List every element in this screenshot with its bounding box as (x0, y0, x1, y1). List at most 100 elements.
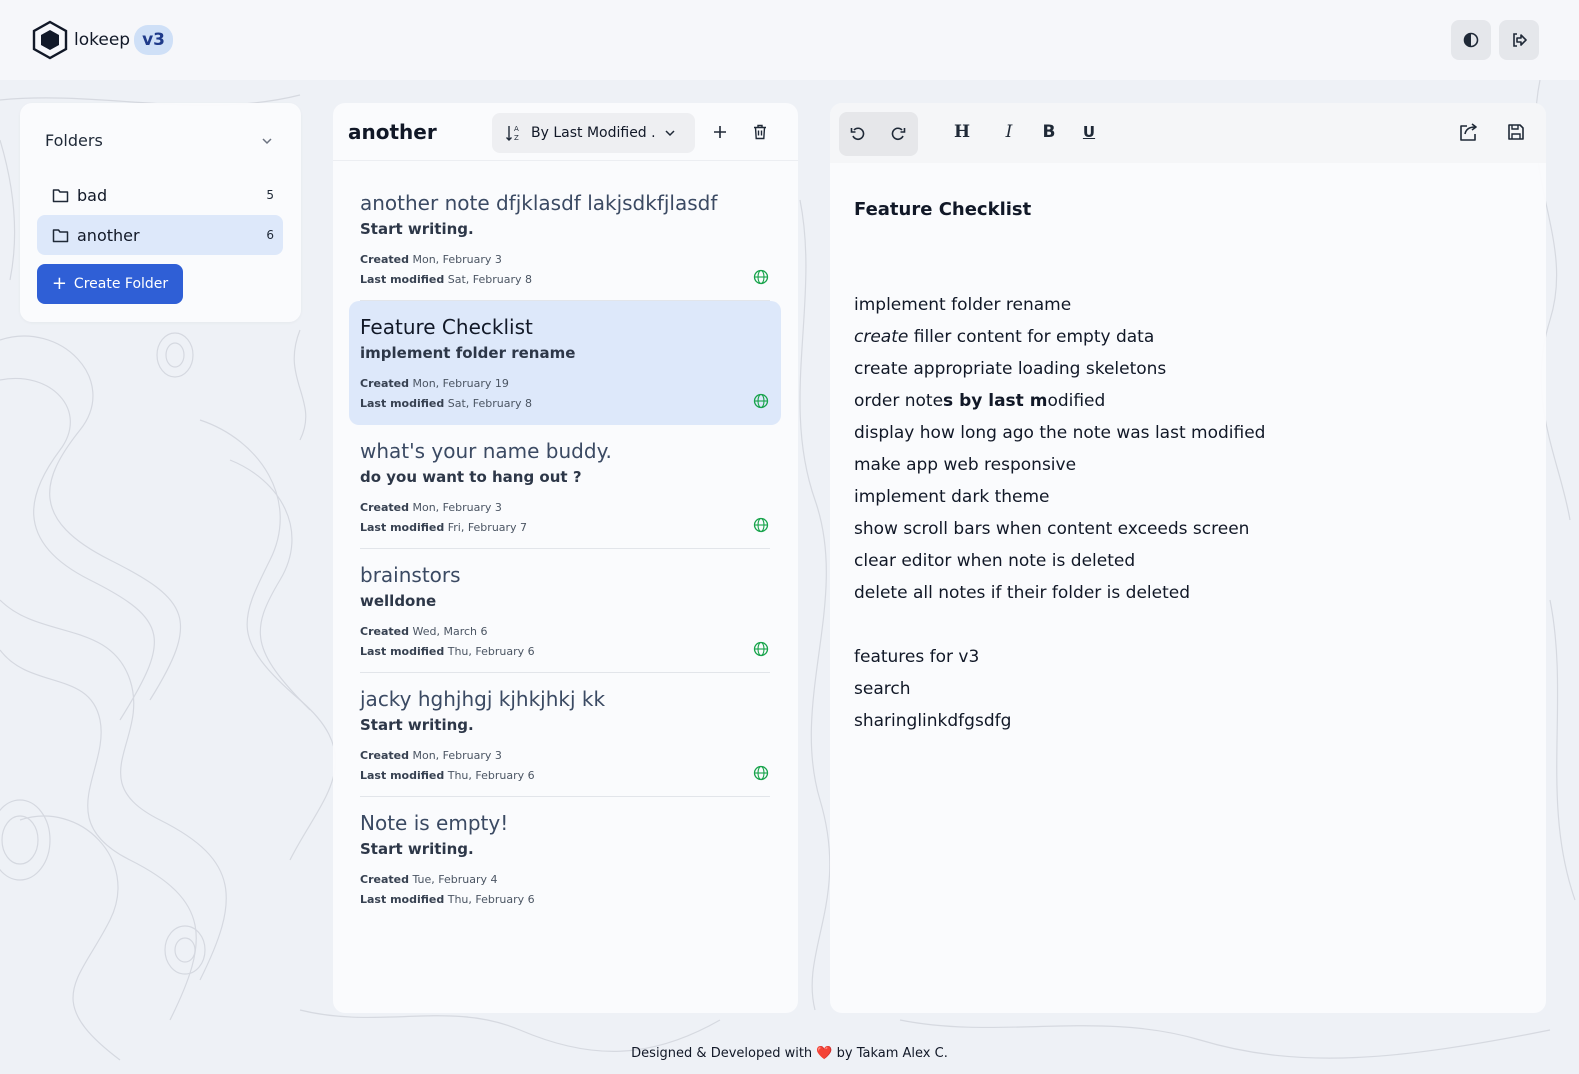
note-modified: Last modified Thu, February 6 (360, 769, 535, 782)
notes-panel: another A Z By Last Modified ... another… (333, 103, 798, 1013)
folder-icon (52, 188, 69, 202)
note-card[interactable]: brainstors welldone Created Wed, March 6… (349, 549, 781, 673)
share-button[interactable] (1456, 119, 1482, 145)
create-folder-button[interactable]: + Create Folder (37, 264, 183, 304)
undo-icon (850, 127, 865, 141)
save-button[interactable] (1503, 119, 1529, 145)
folder-icon (52, 228, 69, 242)
svg-text:A: A (514, 125, 519, 133)
logout-button[interactable] (1499, 20, 1539, 60)
note-title: what's your name buddy. (360, 439, 612, 463)
editor-line: clear editor when note is deleted (854, 551, 1136, 571)
note-title: Note is empty! (360, 811, 509, 835)
note-preview: Start writing. (360, 716, 474, 734)
note-title: Feature Checklist (360, 315, 533, 339)
plus-icon: + (51, 273, 67, 294)
logout-icon (1512, 33, 1527, 47)
editor-content[interactable]: Feature Checklist implement folder renam… (854, 199, 1514, 731)
folder-count: 5 (266, 188, 274, 202)
bold-button[interactable]: B (1036, 119, 1062, 145)
note-modified: Last modified Fri, February 7 (360, 521, 528, 534)
note-title: another note dfjklasdf lakjsdkfjlasdf (360, 191, 718, 215)
trash-icon (754, 124, 766, 140)
note-preview: do you want to hang out ? (360, 468, 582, 486)
save-icon (1508, 124, 1524, 140)
note-modified: Last modified Thu, February 6 (360, 645, 535, 658)
note-preview: implement folder rename (360, 344, 576, 362)
app-logo[interactable]: lokeep v3 (32, 20, 173, 60)
theme-toggle-button[interactable] (1451, 20, 1491, 60)
editor-line: implement dark theme (854, 487, 1050, 507)
add-note-button[interactable] (708, 120, 732, 144)
editor-line: show scroll bars when content exceeds sc… (854, 519, 1250, 539)
note-preview: Start writing. (360, 220, 474, 238)
italic-button[interactable]: I (996, 119, 1022, 145)
folder-count: 6 (266, 228, 274, 242)
note-created: Created Mon, February 19 (360, 377, 509, 390)
footer-credit: Designed & Developed with ❤️ by Takam Al… (631, 1046, 948, 1061)
app-header: lokeep v3 (0, 0, 1579, 80)
svg-text:Z: Z (514, 134, 519, 142)
chevron-down-icon (665, 130, 675, 137)
heart-icon: ❤️ (816, 1046, 833, 1061)
folder-name: bad (77, 185, 108, 205)
sort-az-icon: A Z (506, 125, 519, 142)
note-created: Created Mon, February 3 (360, 501, 502, 514)
globe-icon (753, 517, 769, 533)
note-created: Created Mon, February 3 (360, 749, 502, 762)
globe-icon (753, 269, 769, 285)
note-created: Created Wed, March 6 (360, 625, 488, 638)
create-folder-label: Create Folder (73, 276, 169, 292)
note-card[interactable]: another note dfjklasdf lakjsdkfjlasdf St… (349, 177, 781, 301)
editor-toolbar: H I B U (830, 103, 1546, 163)
note-card[interactable]: Note is empty! Start writing. Created Tu… (349, 797, 781, 921)
folders-title: Folders (45, 131, 103, 150)
globe-icon (753, 393, 769, 409)
note-card[interactable]: what's your name buddy. do you want to h… (349, 425, 781, 549)
editor-panel: H I B U Feature Checklist implement fold… (830, 103, 1546, 1013)
editor-line: features for v3 (854, 647, 980, 667)
version-badge: v3 (134, 25, 173, 55)
editor-line: search (854, 679, 911, 699)
hexagon-logo-icon (32, 20, 68, 60)
sort-select[interactable]: A Z By Last Modified ... (492, 113, 695, 153)
note-modified: Last modified Sat, February 8 (360, 273, 532, 286)
notes-header: another A Z By Last Modified ... (333, 103, 798, 161)
editor-line: create appropriate loading skeletons (854, 359, 1167, 379)
app-name: lokeep (74, 30, 131, 50)
editor-line: order notes by last modified (854, 391, 1106, 411)
note-created: Created Tue, February 4 (360, 873, 498, 886)
undo-button[interactable] (845, 121, 871, 147)
heading-button[interactable]: H (949, 119, 975, 145)
folder-name: another (77, 225, 140, 245)
note-modified: Last modified Thu, February 6 (360, 893, 535, 906)
contrast-icon (1463, 32, 1479, 48)
note-title: brainstors (360, 563, 461, 587)
note-card[interactable]: jacky hghjhgj kjhkjhkj kk Start writing.… (349, 673, 781, 797)
editor-line: implement folder rename (854, 295, 1072, 315)
globe-icon (753, 641, 769, 657)
note-preview: welldone (360, 592, 437, 610)
globe-icon (753, 765, 769, 781)
share-icon (1460, 123, 1477, 141)
folder-item-another[interactable]: another 6 (37, 215, 283, 255)
note-created: Created Mon, February 3 (360, 253, 502, 266)
redo-button[interactable] (885, 121, 911, 147)
editor-line: make app web responsive (854, 455, 1077, 475)
note-modified: Last modified Sat, February 8 (360, 397, 532, 410)
chevron-down-icon[interactable] (260, 134, 274, 148)
folder-item-bad[interactable]: bad 5 (37, 175, 283, 215)
sort-label: By Last Modified ... (531, 125, 657, 141)
redo-icon (891, 127, 906, 141)
plus-icon (714, 126, 726, 138)
editor-line: display how long ago the note was last m… (854, 423, 1266, 443)
delete-folder-button[interactable] (748, 120, 772, 144)
folders-panel: Folders bad 5 another 6 + Create Folder (20, 103, 301, 322)
note-card-active[interactable]: Feature Checklist implement folder renam… (349, 301, 781, 425)
underline-button[interactable]: U (1076, 119, 1102, 145)
editor-line: sharinglinkdfgsdfg (854, 711, 1012, 731)
editor-heading: Feature Checklist (854, 199, 1032, 220)
note-preview: Start writing. (360, 840, 474, 858)
history-group (839, 112, 918, 156)
note-title: jacky hghjhgj kjhkjhkj kk (360, 687, 606, 711)
